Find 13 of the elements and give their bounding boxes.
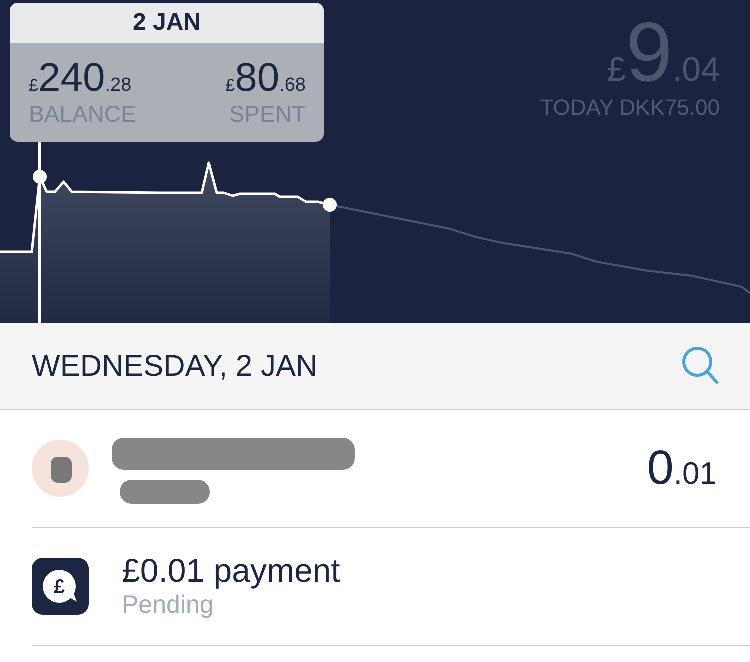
spent-amount: £80.68 bbox=[226, 58, 306, 98]
day-title: WEDNESDAY, 2 JAN bbox=[32, 349, 318, 384]
data-point-icon bbox=[323, 198, 337, 212]
search-icon[interactable] bbox=[682, 346, 720, 386]
tooltip-date: 2 JAN bbox=[10, 3, 324, 43]
payment-title: £0.01 payment bbox=[122, 553, 340, 590]
today-spending-label: TODAY DKK75.00 bbox=[540, 97, 720, 119]
balance-amount: £240.28 bbox=[29, 58, 132, 98]
pound-chat-icon: £ bbox=[32, 558, 89, 615]
payment-status: Pending bbox=[122, 590, 215, 620]
avatar-icon bbox=[32, 440, 89, 497]
data-point-icon bbox=[33, 170, 47, 184]
transaction-amount: 0.01 bbox=[647, 444, 717, 492]
